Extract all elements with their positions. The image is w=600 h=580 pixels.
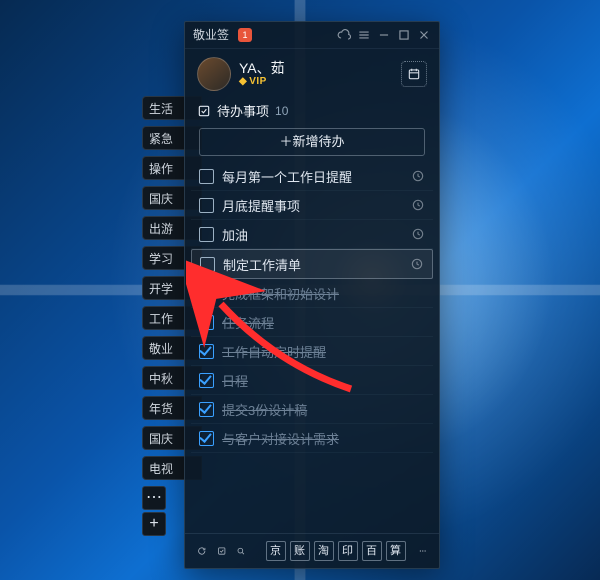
quick-link[interactable]: 印 xyxy=(338,541,358,561)
todo-checkbox[interactable] xyxy=(199,227,214,242)
todo-item[interactable]: 加油 xyxy=(191,220,433,249)
todo-checkbox[interactable] xyxy=(199,315,214,330)
reminder-clock-icon xyxy=(411,227,425,241)
reminder-clock-icon xyxy=(411,198,425,212)
section-title: 待办事项 xyxy=(217,101,269,120)
todo-checkbox[interactable] xyxy=(199,344,214,359)
reminder-clock-icon xyxy=(410,257,424,271)
quick-link[interactable]: 百 xyxy=(362,541,382,561)
minimize-icon[interactable] xyxy=(377,28,391,42)
todo-label: 任务流程 xyxy=(222,313,425,332)
quick-link[interactable]: 京 xyxy=(266,541,286,561)
add-todo-button[interactable]: ＋新增待办 xyxy=(199,128,425,156)
add-category-button[interactable]: + xyxy=(142,512,166,536)
search-icon[interactable] xyxy=(236,543,246,559)
todo-label: 月底提醒事项 xyxy=(222,196,403,215)
avatar[interactable] xyxy=(197,57,231,91)
todo-checkbox[interactable] xyxy=(199,286,214,301)
todo-checkbox[interactable] xyxy=(199,402,214,417)
todo-item[interactable]: 提交3份设计稿 xyxy=(191,395,433,424)
todo-list: 每月第一个工作日提醒月底提醒事项加油制定工作清单完成框架和初始设计任务流程工作自… xyxy=(185,162,439,533)
todo-item[interactable]: 月底提醒事项 xyxy=(191,191,433,220)
todo-label: 加油 xyxy=(222,225,403,244)
close-icon[interactable] xyxy=(417,28,431,42)
todo-checkbox[interactable] xyxy=(200,257,215,272)
quick-link[interactable]: 算 xyxy=(386,541,406,561)
todo-label: 提交3份设计稿 xyxy=(222,400,425,419)
maximize-icon[interactable] xyxy=(397,28,411,42)
section-header: 待办事项 10 xyxy=(185,99,439,124)
calendar-icon xyxy=(407,67,421,81)
todo-checkbox[interactable] xyxy=(199,198,214,213)
cloud-sync-icon[interactable] xyxy=(337,28,351,42)
check-square-icon[interactable] xyxy=(217,543,227,559)
username: YA、茹 xyxy=(239,60,285,77)
todo-item[interactable]: 制定工作清单 xyxy=(191,249,433,279)
todo-item[interactable]: 完成框架和初始设计 xyxy=(191,279,433,308)
more-icon[interactable] xyxy=(418,543,428,559)
todo-label: 每月第一个工作日提醒 xyxy=(222,167,403,186)
section-count: 10 xyxy=(275,104,288,118)
quick-link[interactable]: 淘 xyxy=(314,541,334,561)
more-categories-button[interactable]: ⋯ xyxy=(142,486,166,510)
titlebar: 敬业签 1 xyxy=(185,22,439,49)
vip-badge: VIP xyxy=(239,76,285,88)
calendar-button[interactable] xyxy=(401,61,427,87)
refresh-icon[interactable] xyxy=(197,543,207,559)
todo-checkbox[interactable] xyxy=(199,431,214,446)
user-row: YA、茹 VIP xyxy=(185,49,439,99)
todo-label: 日程 xyxy=(222,371,425,390)
todo-label: 与客户对接设计需求 xyxy=(222,429,425,448)
todo-item[interactable]: 任务流程 xyxy=(191,308,433,337)
todo-item[interactable]: 工作自动定时提醒 xyxy=(191,337,433,366)
bottom-bar: 京账淘印百算 xyxy=(185,533,439,568)
todo-checkbox[interactable] xyxy=(199,169,214,184)
app-panel: 敬业签 1 YA、茹 VIP 待办事项 10 ＋新增待办 每月第一个工作日提醒月… xyxy=(184,21,440,569)
todo-checkbox[interactable] xyxy=(199,373,214,388)
bottom-quick-links: 京账淘印百算 xyxy=(266,541,406,561)
quick-link[interactable]: 账 xyxy=(290,541,310,561)
notification-badge[interactable]: 1 xyxy=(238,28,252,42)
todo-label: 制定工作清单 xyxy=(223,255,402,274)
todo-item[interactable]: 每月第一个工作日提醒 xyxy=(191,162,433,191)
app-name: 敬业签 xyxy=(193,22,229,48)
todo-item[interactable]: 日程 xyxy=(191,366,433,395)
menu-lines-icon[interactable] xyxy=(357,28,371,42)
todo-item[interactable]: 与客户对接设计需求 xyxy=(191,424,433,453)
todo-label: 工作自动定时提醒 xyxy=(222,342,425,361)
checklist-icon xyxy=(197,104,211,118)
todo-label: 完成框架和初始设计 xyxy=(222,284,425,303)
reminder-clock-icon xyxy=(411,169,425,183)
